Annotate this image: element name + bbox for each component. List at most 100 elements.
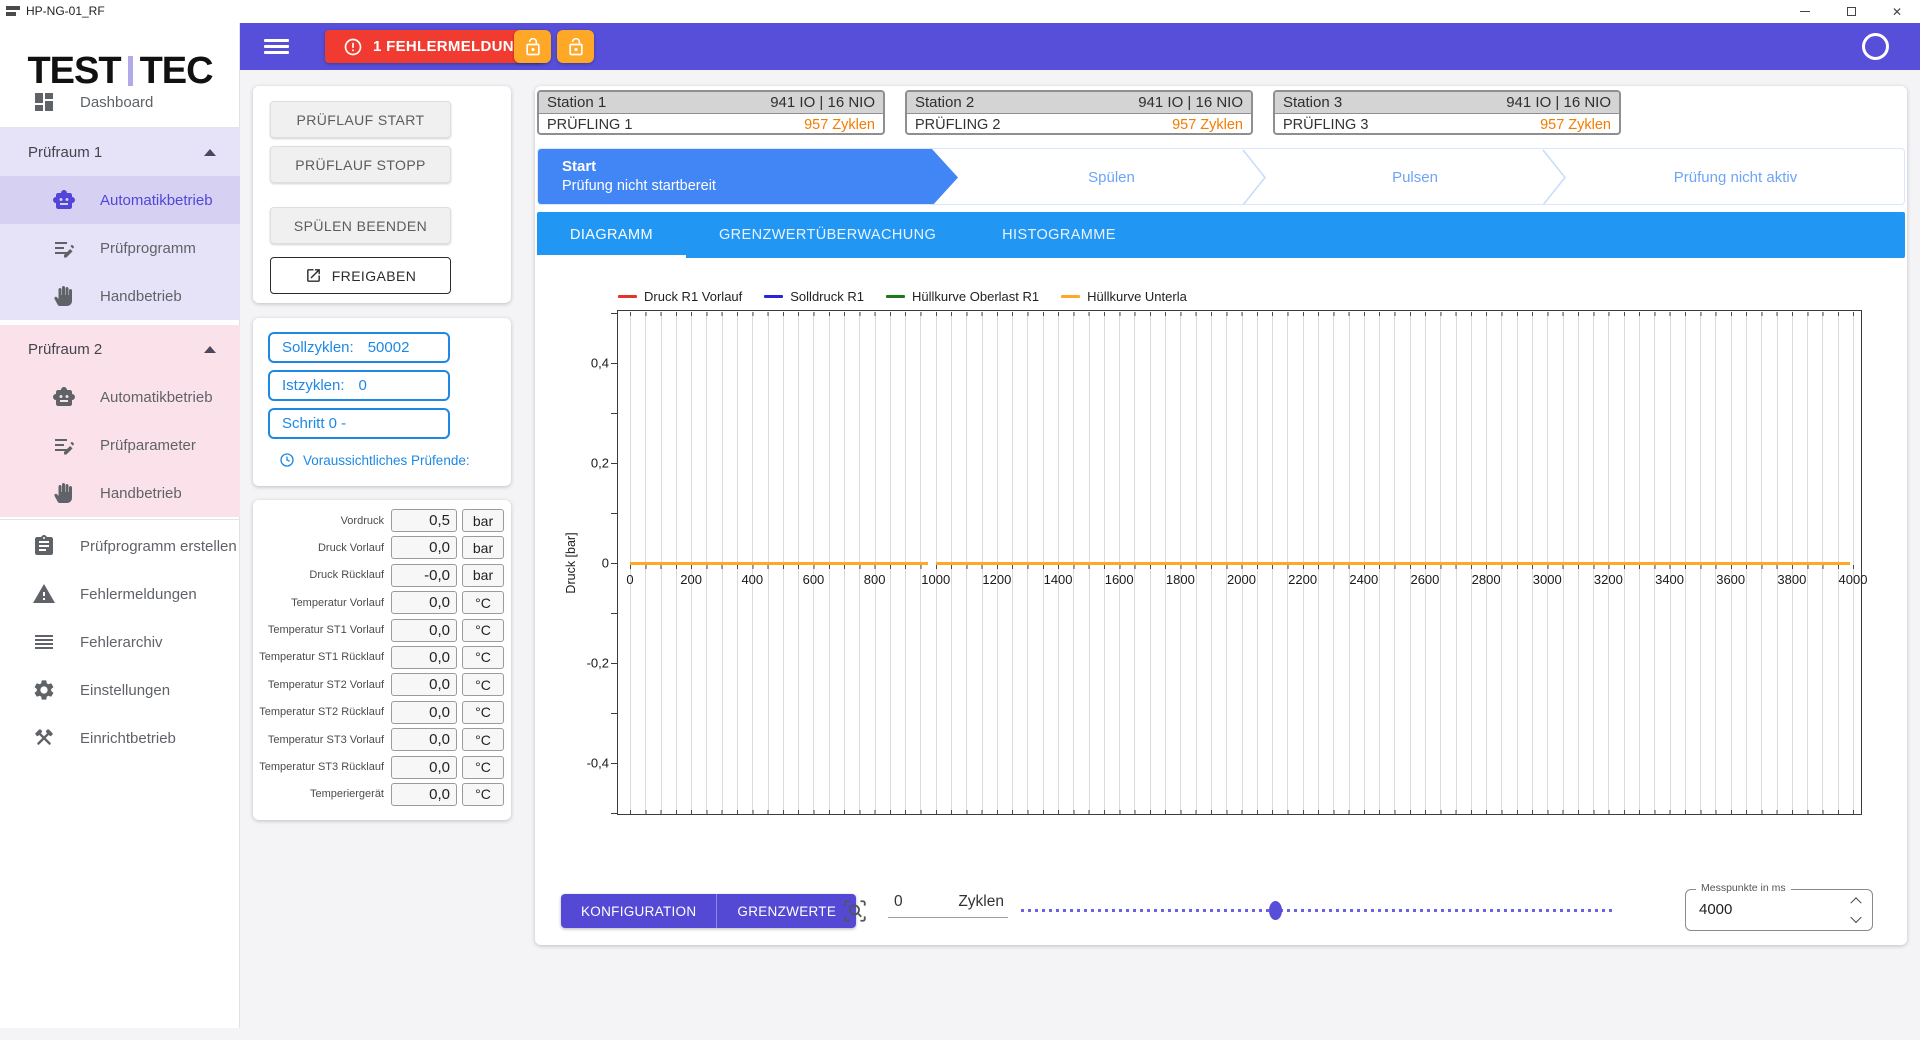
istzyklen-label: Istzyklen: [282,377,345,394]
measurement-label: Vordruck [257,515,391,527]
station-card-1[interactable]: Station 1941 IO | 16 NIOPRÜFLING 1957 Zy… [537,90,885,135]
spinner-down-icon[interactable] [1850,912,1862,924]
tab-histogramme[interactable]: HISTOGRAMME [969,212,1149,258]
measurement-label: Temperatur ST2 Vorlauf [257,679,391,691]
freigaben-button[interactable]: FREIGABEN [270,257,451,294]
legend-item[interactable]: Solldruck R1 [764,289,864,304]
istzyklen-field[interactable]: Istzyklen: 0 [268,370,450,401]
grenzwerte-button[interactable]: GRENZWERTE [716,894,856,928]
sidebar-item-fehlermeldungen[interactable]: Fehlermeldungen [0,570,240,618]
x-tick-label: 1800 [1166,572,1195,587]
measurement-row: Temperatur ST2 Rücklauf0,0°C [257,701,507,724]
menu-hamburger-icon[interactable] [264,39,289,54]
sidebar-item-pr-fparameter[interactable]: Prüfparameter [0,421,240,469]
measurement-value: 0,0 [391,756,457,779]
messpunkte-value: 4000 [1699,901,1732,918]
prueflauf-start-button[interactable]: PRÜFLAUF START [270,101,451,138]
measurement-label: Temperatur ST3 Rücklauf [257,761,391,773]
x-tick-label: 2600 [1410,572,1439,587]
sidebar-item-automatikbetrieb[interactable]: Automatikbetrieb [0,176,240,224]
error-message-label: 1 FEHLERMELDUNG [373,38,526,55]
station-card-3[interactable]: Station 3941 IO | 16 NIOPRÜFLING 3957 Zy… [1273,90,1621,135]
timeline-slider-thumb[interactable] [1269,901,1282,920]
sidebar-item-pr-fprogramm-erstellen[interactable]: Prüfprogramm erstellen [0,522,240,570]
measurement-label: Temperatur ST1 Vorlauf [257,624,391,636]
axis-ticks-bottom [630,810,1854,814]
cycles-display-field[interactable]: 0 Zyklen [888,886,1008,918]
sidebar-item-pr-fprogramm[interactable]: Prüfprogramm [0,224,240,272]
timeline-slider[interactable] [1021,909,1613,912]
stepper-step-pr-fung-nicht-aktiv: Prüfung nicht aktiv [1565,149,1905,205]
x-tick-label: 2200 [1288,572,1317,587]
schritt-label: Schritt 0 - [282,415,346,432]
sidebar-group-header-2[interactable]: Prüfraum 2 [0,325,240,373]
measurement-label: Temperatur ST2 Rücklauf [257,706,391,718]
sidebar-item-einrichtbetrieb[interactable]: Einrichtbetrieb [0,714,240,762]
chevron-up-icon [204,149,216,156]
station-pruefling: PRÜFLING 2 [915,117,1000,133]
lock-button-2[interactable] [557,30,594,63]
stepper-step-pulsen: Pulsen [1265,149,1565,205]
series-line-h-llkurve-unterlast [630,562,928,565]
measurement-label: Druck Rücklauf [257,569,391,581]
sollzyklen-field[interactable]: Sollzyklen: 50002 [268,332,450,363]
schritt-field[interactable]: Schritt 0 - [268,408,450,439]
legend-item[interactable]: Hüllkurve Unterla [1061,289,1187,304]
cycles-display-unit: Zyklen [958,893,1004,911]
process-stepper: Start Prüfung nicht startbereit SpülenPu… [537,148,1905,205]
list-icon [32,630,56,654]
tab-diagramm[interactable]: DIAGRAMM [537,212,686,258]
spinner-up-icon[interactable] [1850,896,1862,908]
measurement-unit: °C [462,646,504,669]
x-tick-label: 3200 [1594,572,1623,587]
measurement-value: 0,5 [391,509,457,532]
y-tick-label: -0,2 [563,655,609,670]
sidebar-item-handbetrieb[interactable]: Handbetrieb [0,469,240,517]
stepper-active-title: Start [562,158,958,175]
measurement-value: 0,0 [391,619,457,642]
measurement-row: Vordruck0,5bar [257,509,507,532]
lock-button-1[interactable] [514,30,551,63]
chevron-up-icon [204,346,216,353]
x-tick-label: 200 [680,572,702,587]
x-tick-label: 800 [864,572,886,587]
konfiguration-button[interactable]: KONFIGURATION [561,894,716,928]
station-card-2[interactable]: Station 2941 IO | 16 NIOPRÜFLING 2957 Zy… [905,90,1253,135]
station-zyklen: 957 Zyklen [804,117,875,133]
tab-grenzwertüberwachung[interactable]: GRENZWERTÜBERWACHUNG [686,212,969,258]
spuelen-beenden-button[interactable]: SPÜLEN BEENDEN [270,207,451,244]
window-maximize-button[interactable] [1828,0,1874,23]
pruefende-row: Voraussichtliches Prüfende: [279,452,470,468]
chart-plot-area: 0200400600800100012001400160018002000220… [617,310,1862,815]
legend-color-dash [764,295,783,298]
station-io-count: 941 IO | 16 NIO [1506,94,1611,111]
legend-item[interactable]: Hüllkurve Oberlast R1 [886,289,1039,304]
legend-item[interactable]: Druck R1 Vorlauf [618,289,742,304]
sidebar-group-header-1[interactable]: Prüfraum 1 [0,128,240,176]
y-tick-label: 0,2 [563,455,609,470]
station-pruefling: PRÜFLING 1 [547,117,632,133]
edit-note-icon [52,433,76,457]
prueflauf-stopp-button[interactable]: PRÜFLAUF STOPP [270,146,451,183]
messpunkte-spinner[interactable]: Messpunkte in ms 4000 [1685,889,1873,931]
sidebar-item-handbetrieb[interactable]: Handbetrieb [0,272,240,320]
footer-button-group: KONFIGURATION GRENZWERTE [561,894,856,928]
cycles-display-value: 0 [894,893,903,911]
measurement-row: Temperatur ST3 Vorlauf0,0°C [257,728,507,751]
x-gridline [1853,312,1854,813]
lock-open-icon [566,37,586,57]
legend-label: Hüllkurve Oberlast R1 [912,289,1039,304]
sidebar-item-dashboard[interactable]: Dashboard [0,78,240,126]
zoom-region-icon[interactable] [842,898,868,924]
error-message-button[interactable]: 1 FEHLERMELDUNG [325,30,544,63]
window-minimize-button[interactable] [1782,0,1828,23]
window-titlebar: HP-NG-01_RF ✕ [0,0,1920,23]
sidebar-item-automatikbetrieb[interactable]: Automatikbetrieb [0,373,240,421]
measurement-row: Druck Rücklauf-0,0bar [257,564,507,587]
measurement-unit: °C [462,728,504,751]
measurement-label: Temperatur ST1 Rücklauf [257,651,391,663]
sidebar-item-einstellungen[interactable]: Einstellungen [0,666,240,714]
x-tick-label: 600 [803,572,825,587]
window-close-button[interactable]: ✕ [1874,0,1920,23]
sidebar-item-fehlerarchiv[interactable]: Fehlerarchiv [0,618,240,666]
